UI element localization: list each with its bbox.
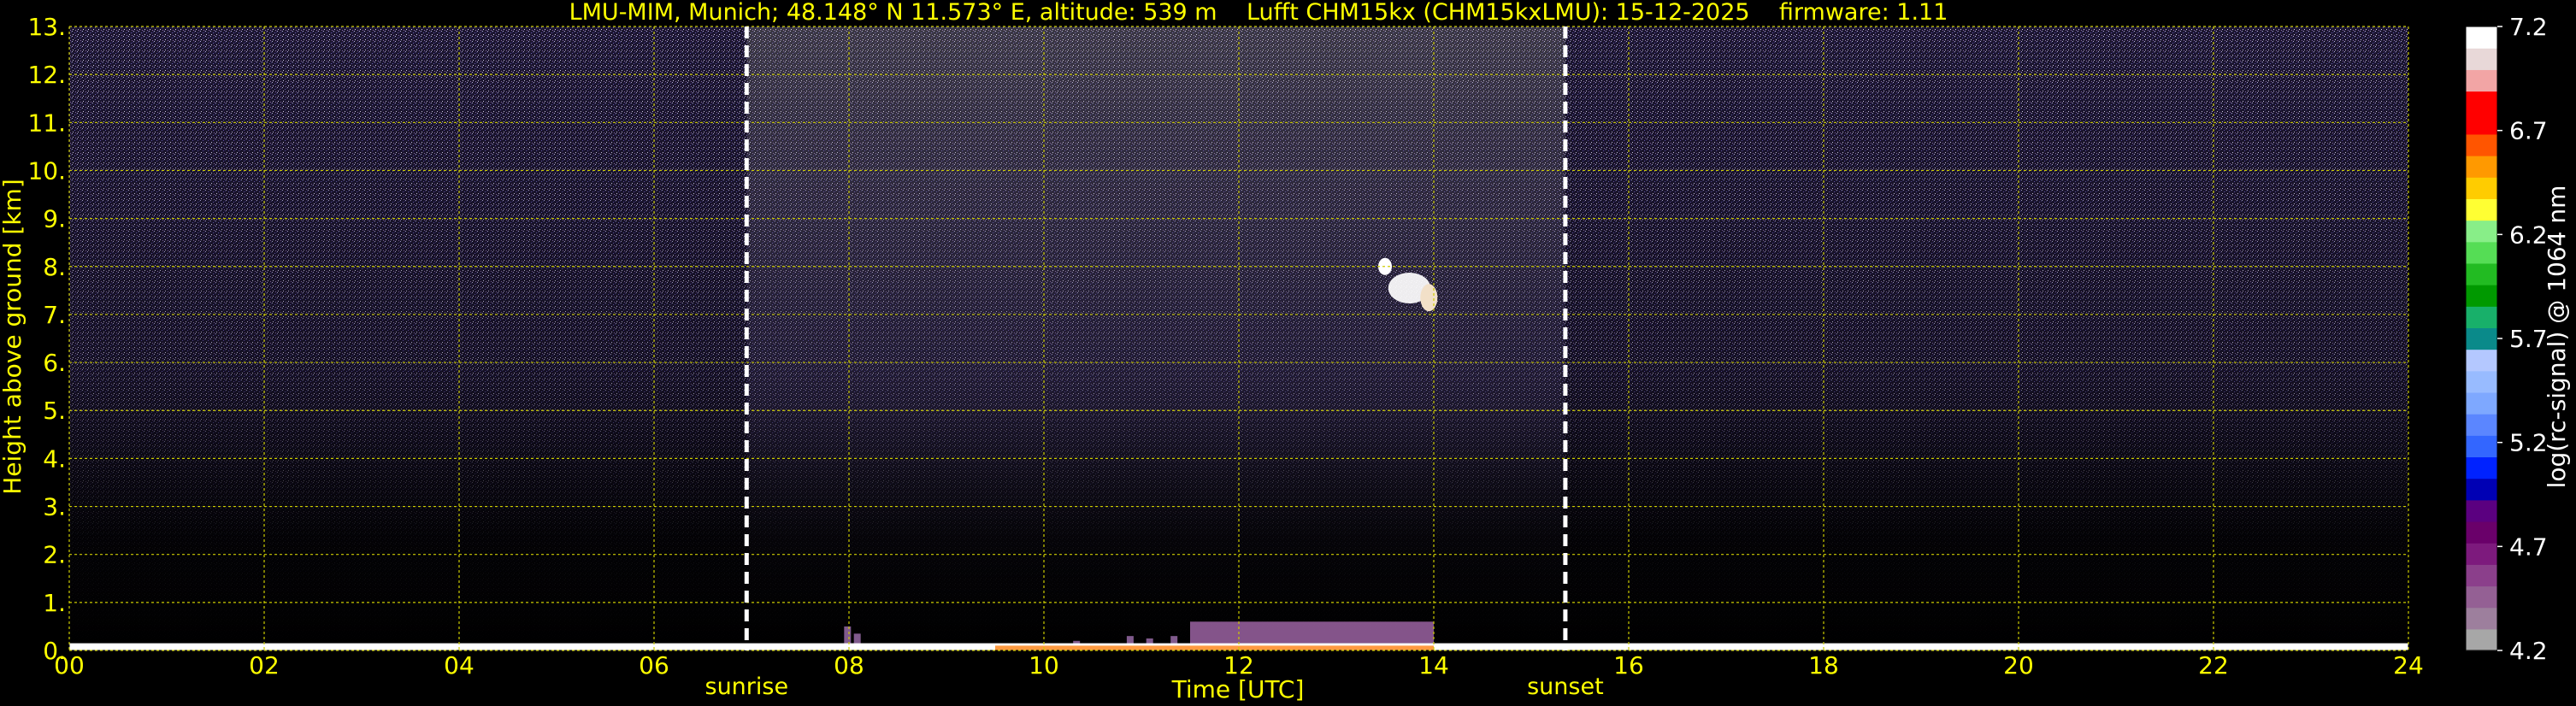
y-tick-label: 8. (43, 253, 66, 281)
sunrise-label: sunrise (705, 674, 789, 700)
colorbar-segment (2466, 198, 2497, 221)
boundary-layer-peak (995, 645, 1434, 650)
colorbar-tick-label: 5.2 (2509, 429, 2548, 457)
y-tick-label: 4. (43, 444, 66, 473)
y-tick-label: 10. (27, 156, 66, 185)
colorbar-segment (2466, 478, 2497, 501)
colorbar-segment (2466, 607, 2497, 630)
y-tick-label: 0. (43, 637, 66, 665)
y-tick-label: 2. (43, 541, 66, 569)
colorbar-segment (2466, 414, 2497, 436)
y-tick-label: 1. (43, 589, 66, 617)
y-tick-label: 7. (43, 301, 66, 329)
x-tick-label: 06 (639, 651, 669, 680)
colorbar-tick-label: 5.7 (2509, 325, 2548, 353)
colorbar-label: log(rc-signal) @ 1064 nm (2543, 185, 2571, 489)
cirrus-cloud (1420, 284, 1438, 312)
colorbar-segment (2466, 48, 2497, 70)
y-axis-label: Height above ground [km] (0, 179, 27, 495)
y-tick-label: 5. (43, 397, 66, 425)
colorbar-segment (2466, 327, 2497, 350)
y-tick-label: 6. (43, 349, 66, 377)
colorbar-segment (2466, 435, 2497, 458)
x-axis-label: Time [UTC] (1171, 675, 1305, 703)
colorbar-segment (2466, 69, 2497, 92)
colorbar-segment (2466, 564, 2497, 587)
y-tick-label: 12. (27, 61, 66, 89)
y-tick-label: 9. (43, 205, 66, 233)
colorbar-tick-label: 6.2 (2509, 221, 2548, 249)
x-tick-label: 14 (1418, 651, 1449, 680)
x-tick-label: 20 (2003, 651, 2034, 680)
colorbar-segment (2466, 91, 2497, 114)
colorbar-segment (2466, 112, 2497, 135)
x-tick-label: 24 (2393, 651, 2424, 680)
colorbar-segment (2466, 156, 2497, 178)
colorbar-tick-label: 7.2 (2509, 13, 2548, 41)
colorbar-segment (2466, 220, 2497, 243)
ceilometer-chart: sunrise sunset 00 02 04 06 08 10 12 14 16 18 20 22 24… (0, 13, 2571, 703)
colorbar-segment (2466, 26, 2497, 49)
x-tick-label: 02 (249, 651, 280, 680)
colorbar-tick-label: 4.7 (2509, 532, 2548, 561)
x-tick-label: 08 (834, 651, 864, 680)
sunset-label: sunset (1527, 674, 1604, 700)
x-tick-label: 16 (1613, 651, 1644, 680)
y-tick-label: 13. (27, 13, 66, 41)
daytime-noise (746, 26, 1565, 650)
colorbar-segment (2466, 521, 2497, 544)
x-tick-label: 04 (444, 651, 475, 680)
colorbar-segment (2466, 262, 2497, 285)
colorbar-segment (2466, 306, 2497, 329)
colorbar-segment (2466, 499, 2497, 522)
x-tick-label: 18 (1808, 651, 1839, 680)
colorbar-tick-label: 4.2 (2509, 637, 2548, 665)
colorbar-segment (2466, 456, 2497, 479)
colorbar-segment (2466, 543, 2497, 565)
colorbar-tick-label: 6.7 (2509, 117, 2548, 145)
colorbar-segment (2466, 370, 2497, 393)
colorbar-segment (2466, 349, 2497, 372)
colorbar-segment (2466, 391, 2497, 415)
y-tick-label: 3. (43, 493, 66, 521)
colorbar-segment (2466, 628, 2497, 651)
colorbar-segment (2466, 585, 2497, 609)
colorbar-segment (2466, 285, 2497, 307)
x-tick-label: 22 (2198, 651, 2229, 680)
y-tick-label: 11. (27, 109, 66, 137)
x-tick-label: 10 (1029, 651, 1059, 680)
colorbar-segment (2466, 177, 2497, 199)
colorbar-segment (2466, 133, 2497, 156)
colorbar-segment (2466, 241, 2497, 264)
